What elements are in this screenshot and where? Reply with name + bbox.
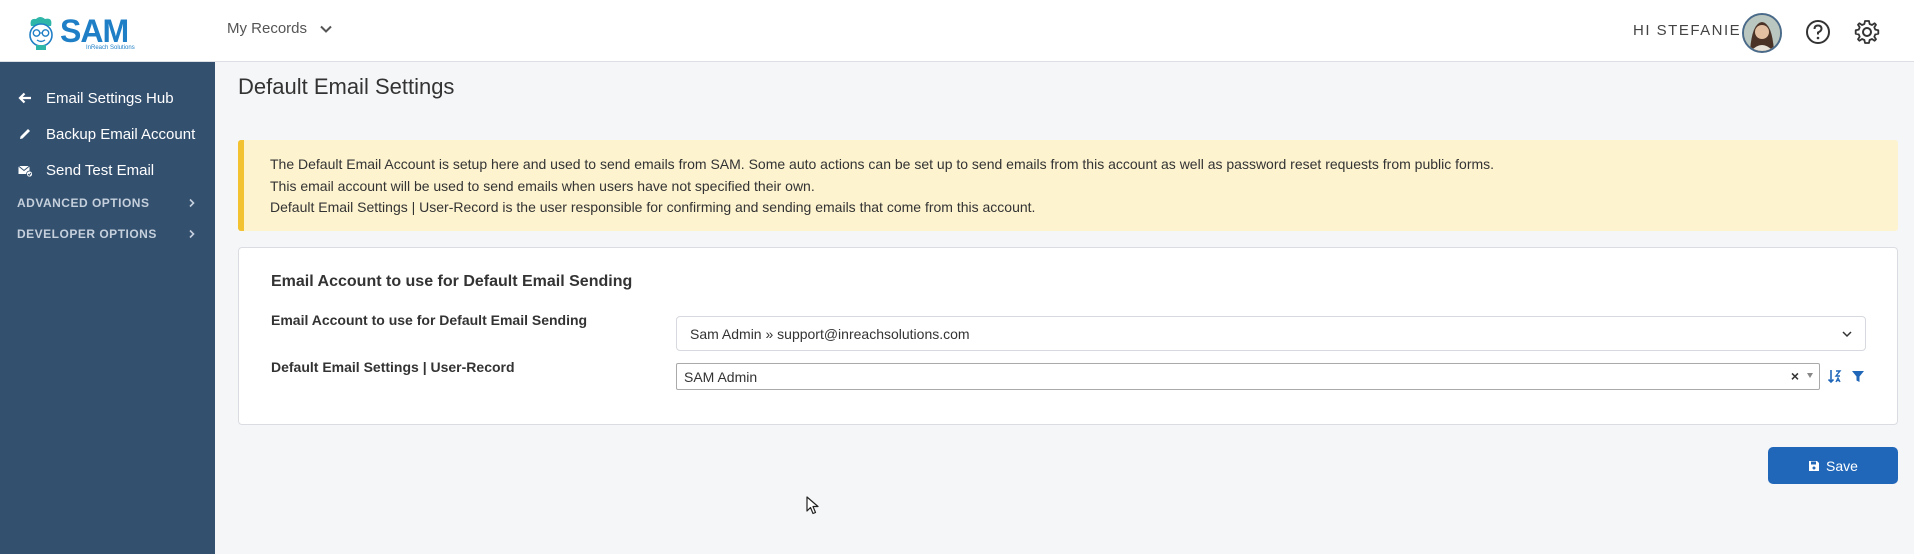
chevron-right-icon (189, 198, 195, 208)
clear-icon[interactable]: × (1791, 368, 1799, 384)
sidebar-item-label: Backup Email Account (46, 125, 196, 143)
mascot-icon (29, 17, 53, 50)
sidebar-item-label: Email Settings Hub (46, 89, 174, 107)
avatar[interactable] (1742, 13, 1782, 53)
my-records-label: My Records (227, 20, 308, 37)
sidebar-item-backup-email-account[interactable]: Backup Email Account (0, 119, 215, 149)
chevron-down-icon (1842, 331, 1852, 338)
email-account-select[interactable]: Sam Admin » support@inreachsolutions.com (676, 316, 1866, 351)
sidebar: Email Settings Hub Backup Email Account … (0, 62, 215, 554)
caret-down-icon[interactable] (1807, 373, 1813, 378)
top-bar: SAM InReach Solutions My Records HI STEF… (0, 0, 1914, 62)
chevron-down-icon (320, 25, 332, 33)
filter-icon[interactable] (1851, 368, 1865, 384)
save-button[interactable]: Save (1768, 447, 1898, 484)
notice-line: Default Email Settings | User-Record is … (270, 199, 1036, 215)
sidebar-section-label: DEVELOPER OPTIONS (17, 227, 157, 241)
user-record-label: Default Email Settings | User-Record (271, 359, 515, 375)
sidebar-item-label: Send Test Email (46, 161, 155, 179)
notice-line: The Default Email Account is setup here … (270, 156, 1495, 172)
chevron-right-icon (189, 229, 195, 239)
mouse-cursor-icon (806, 496, 819, 515)
settings-card: Email Account to use for Default Email S… (238, 247, 1898, 425)
sam-logo[interactable]: SAM InReach Solutions (26, 12, 138, 54)
sidebar-item-email-settings-hub[interactable]: Email Settings Hub (0, 83, 215, 113)
email-account-value: Sam Admin » support@inreachsolutions.com (690, 325, 970, 342)
user-record-value: SAM Admin (684, 368, 758, 385)
save-button-label: Save (1826, 457, 1858, 474)
floppy-disk-icon (1809, 460, 1820, 471)
gear-icon[interactable] (1854, 19, 1880, 45)
envelope-check-icon (18, 165, 33, 178)
user-photo-icon (1744, 15, 1780, 51)
pencil-icon (20, 129, 30, 139)
sidebar-item-send-test-email[interactable]: Send Test Email (0, 155, 215, 185)
logo-text: SAM (60, 13, 129, 49)
sidebar-section-label: ADVANCED OPTIONS (17, 196, 150, 210)
arrow-left-icon (18, 92, 31, 104)
my-records-dropdown[interactable]: My Records (227, 20, 333, 37)
sidebar-section-advanced-options[interactable]: ADVANCED OPTIONS (17, 196, 197, 210)
logo-subtext: InReach Solutions (86, 45, 135, 51)
sidebar-section-developer-options[interactable]: DEVELOPER OPTIONS (17, 227, 197, 241)
help-icon[interactable] (1805, 19, 1831, 45)
notice-line: This email account will be used to send … (270, 177, 815, 194)
user-record-select[interactable]: SAM Admin × (676, 363, 1820, 390)
email-account-label: Email Account to use for Default Email S… (271, 312, 588, 328)
sort-icon[interactable] (1827, 368, 1843, 384)
card-title: Email Account to use for Default Email S… (271, 273, 633, 290)
info-notice: The Default Email Account is setup here … (238, 140, 1898, 231)
page-title: Default Email Settings (238, 74, 455, 99)
user-greeting: HI STEFANIE (1633, 22, 1742, 39)
